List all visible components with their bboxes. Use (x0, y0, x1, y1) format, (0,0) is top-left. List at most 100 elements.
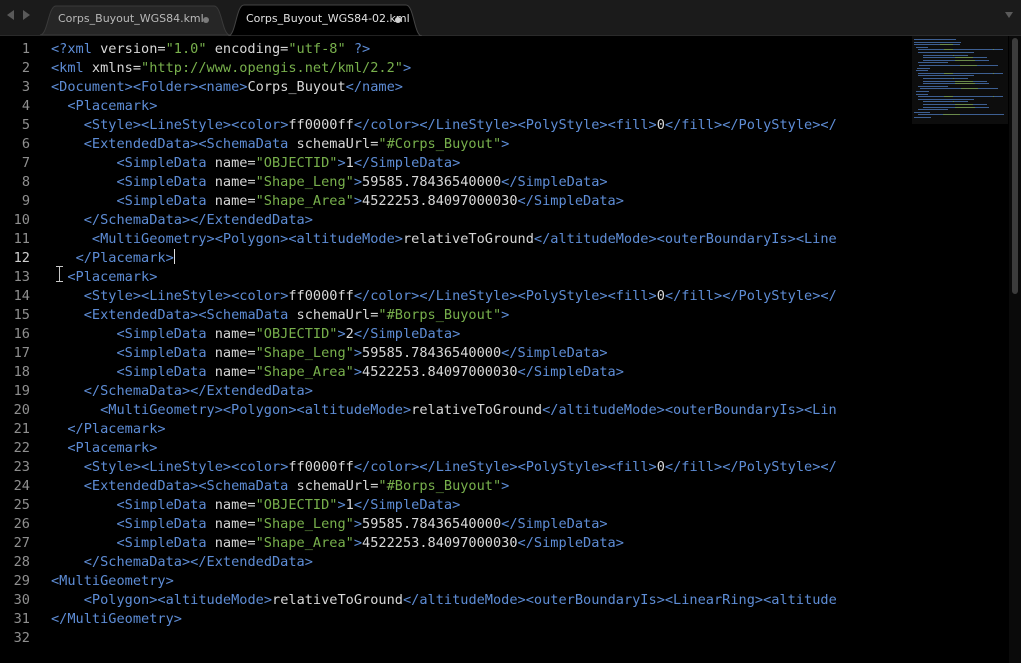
line-number: 22 (13, 440, 30, 456)
code-line[interactable]: <Document><Folder><name>Corps_Buyout</na… (51, 78, 403, 97)
minimap-segment (918, 109, 932, 111)
minimap-segment (975, 59, 989, 61)
minimap-segment (918, 114, 928, 116)
dot-icon[interactable] (395, 17, 401, 23)
minimap-segment (937, 96, 944, 98)
minimap-segment (918, 62, 932, 64)
code-line[interactable]: <SimpleData name="OBJECTID">1</SimpleDat… (51, 496, 460, 515)
code-area[interactable]: <?xml version="1.0" encoding="utf-8" ?> <… (44, 36, 912, 663)
minimap-segment (953, 49, 962, 51)
minimap-segment (961, 88, 978, 90)
line-number: 32 (13, 630, 30, 646)
code-line[interactable]: <MultiGeometry><Polygon><altitudeMode>re… (51, 401, 837, 420)
code-line[interactable]: <SimpleData name="OBJECTID">1</SimpleDat… (51, 154, 460, 173)
minimap-segment (975, 83, 989, 85)
tab-label: Corps_Buyout_WGS84-02.kml (246, 12, 410, 25)
code-line[interactable]: <Placemark> (51, 268, 157, 287)
minimap-segment (916, 46, 928, 48)
minimap-segment (917, 67, 930, 69)
line-number: 24 (13, 478, 30, 494)
line-number: 10 (13, 212, 30, 228)
code-line[interactable]: <Polygon><altitudeMode>relativeToGround<… (51, 591, 837, 610)
code-line[interactable]: </SchemaData></ExtendedData> (51, 211, 313, 230)
minimap-segment (923, 83, 955, 85)
code-line[interactable]: <kml xmlns="http://www.opengis.net/kml/2… (51, 59, 411, 78)
minimap-segment (937, 49, 944, 51)
code-editor[interactable]: 1 2 3 4 5 6 7 8 9 10 11 12 13 14 15 16 17 18 19 20 21 22 23 24 2… (0, 36, 1021, 663)
code-line[interactable]: </SchemaData></ExtendedData> (51, 382, 313, 401)
minimap-segment (953, 96, 962, 98)
minimap-segment (925, 96, 937, 98)
vertical-scrollbar[interactable] (1009, 36, 1021, 663)
line-number-gutter: 1 2 3 4 5 6 7 8 9 10 11 12 13 14 15 16 17 18 19 20 21 22 23 24 2… (0, 36, 44, 663)
chevron-right-icon[interactable] (23, 10, 30, 20)
minimap-segment (953, 44, 960, 46)
code-line[interactable]: <Placemark> (51, 439, 157, 458)
line-number: 18 (13, 364, 30, 380)
minimap-segment (918, 98, 933, 100)
minimap[interactable] (912, 36, 1008, 663)
minimap-segment (945, 65, 960, 66)
minimap-segment (914, 41, 961, 43)
minimap-segment (916, 70, 928, 72)
minimap-segment (1001, 72, 1003, 74)
line-number: 25 (13, 497, 30, 513)
code-line[interactable]: </MultiGeometry> (51, 610, 182, 629)
minimap-segment (914, 111, 930, 113)
scrollbar-thumb[interactable] (1012, 38, 1018, 294)
minimap-segment (925, 72, 937, 74)
minimap-segment (914, 44, 925, 46)
chevron-left-icon[interactable] (7, 10, 14, 20)
minimap-segment (933, 98, 974, 100)
code-line[interactable]: <SimpleData name="Shape_Leng">59585.7843… (51, 173, 607, 192)
code-line[interactable]: <Style><LineStyle><color>ff0000ff</color… (51, 287, 837, 306)
code-line[interactable]: <SimpleData name="Shape_Area">4522253.84… (51, 192, 623, 211)
code-line[interactable]: <Style><LineStyle><color>ff0000ff</color… (51, 458, 837, 477)
code-line[interactable]: <ExtendedData><SchemaData schemaUrl="#Bo… (51, 306, 510, 325)
tab-corps-buyout-wgs84[interactable]: Corps_Buyout_WGS84.kml (40, 4, 230, 35)
minimap-segment (1001, 96, 1003, 98)
line-number: 2 (21, 60, 30, 76)
line-number: 6 (21, 136, 30, 152)
chevron-down-icon[interactable] (1005, 12, 1013, 18)
minimap-segment (918, 85, 932, 87)
line-number: 12 (13, 250, 30, 266)
code-line[interactable]: </Placemark> (51, 420, 165, 439)
minimap-segment (975, 106, 989, 108)
code-line[interactable]: <SimpleData name="Shape_Area">4522253.84… (51, 363, 623, 382)
line-number: 3 (21, 79, 30, 95)
code-line[interactable]: </Placemark> (51, 249, 175, 268)
code-line[interactable]: </SchemaData></ExtendedData> (51, 553, 313, 572)
code-line[interactable]: <Style><LineStyle><color>ff0000ff</color… (51, 116, 837, 135)
text-caret (173, 249, 175, 264)
minimap-segment (978, 88, 994, 90)
minimap-segment (955, 57, 973, 59)
line-number: 23 (13, 459, 30, 475)
line-number: 31 (13, 611, 30, 627)
code-line[interactable]: <SimpleData name="OBJECTID">2</SimpleDat… (51, 325, 460, 344)
code-line[interactable]: <ExtendedData><SchemaData schemaUrl="#Co… (51, 135, 510, 154)
minimap-segment (932, 85, 948, 87)
minimap-segment (954, 54, 968, 56)
line-number: 26 (13, 516, 30, 532)
line-number: 8 (21, 174, 30, 190)
minimap-segment (925, 49, 937, 51)
line-number: 29 (13, 573, 30, 589)
code-line[interactable]: <Placemark> (51, 97, 157, 116)
tab-corps-buyout-wgs84-02[interactable]: Corps_Buyout_WGS84-02.kml (228, 4, 422, 36)
minimap-segment (923, 106, 955, 108)
line-number: 9 (21, 193, 30, 209)
minimap-segment (976, 114, 994, 116)
minimap-segment (962, 96, 975, 98)
code-line[interactable]: <ExtendedData><SchemaData schemaUrl="#Bo… (51, 477, 510, 496)
minimap-segment (919, 65, 935, 66)
code-line[interactable]: <SimpleData name="Shape_Area">4522253.84… (51, 534, 623, 553)
code-line[interactable]: <MultiGeometry><Polygon><altitudeMode>re… (51, 230, 837, 249)
code-line[interactable]: <SimpleData name="Shape_Leng">59585.7843… (51, 344, 607, 363)
minimap-segment (944, 49, 953, 51)
code-line[interactable]: <MultiGeometry> (51, 572, 174, 591)
dot-icon[interactable] (203, 17, 209, 23)
code-line[interactable]: <SimpleData name="Shape_Leng">59585.7843… (51, 515, 607, 534)
minimap-segment (994, 49, 1001, 51)
code-line[interactable]: <?xml version="1.0" encoding="utf-8" ?> (51, 40, 370, 59)
